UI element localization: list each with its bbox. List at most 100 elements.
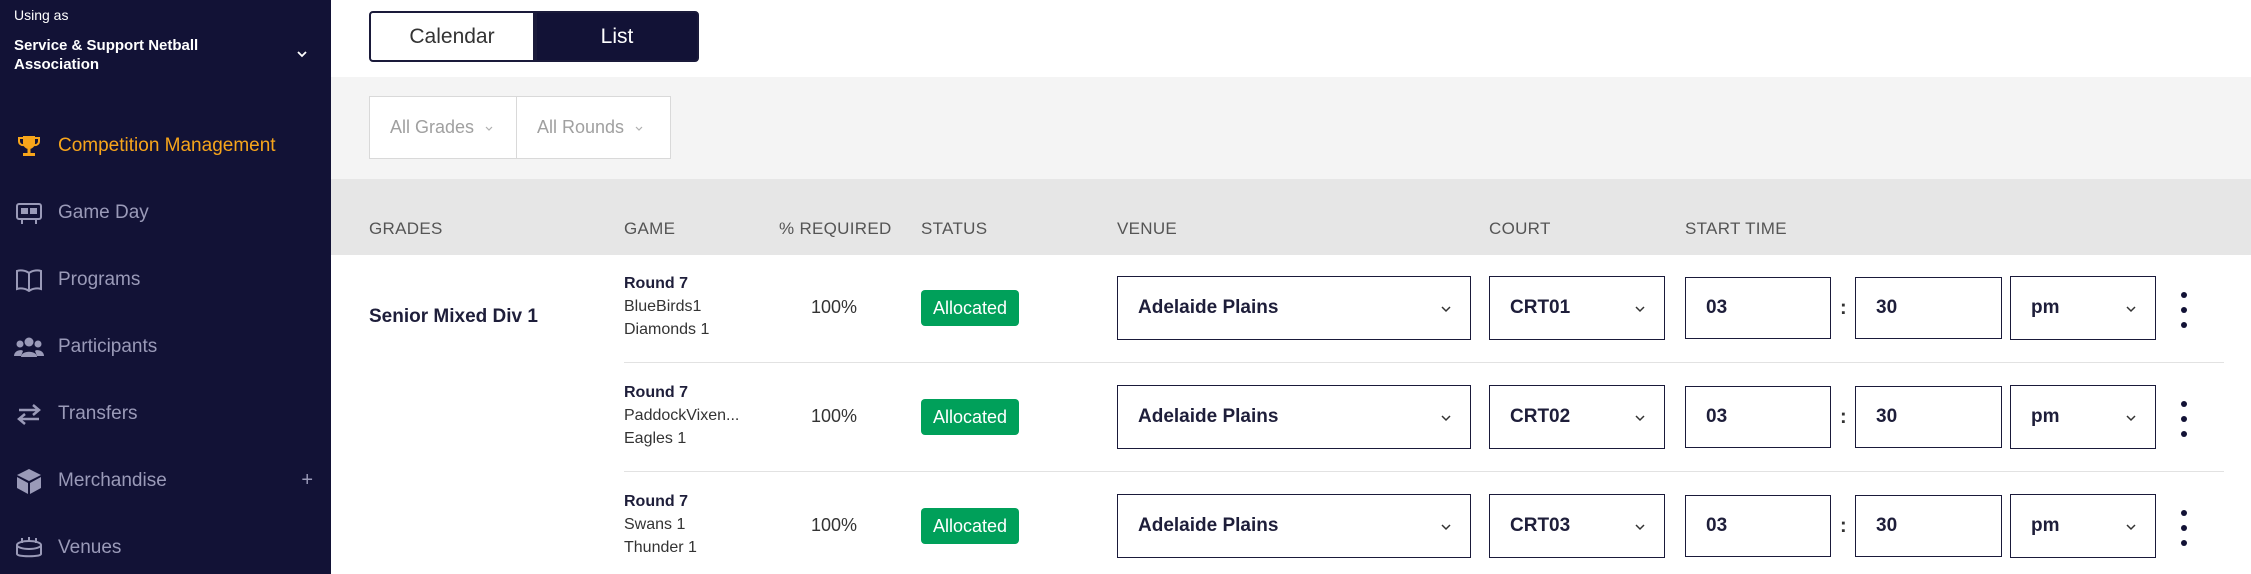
chevron-down-icon[interactable] [294,46,310,62]
minute-input[interactable]: 30 [1855,386,2002,448]
sidebar-item-label: Merchandise [58,469,167,491]
sidebar-item-programs[interactable]: Programs [0,246,331,313]
row-actions-kebab-icon[interactable] [2174,510,2194,546]
sidebar-item-label: Game Day [58,201,149,223]
hour-input[interactable]: 03 [1685,495,1831,557]
book-icon [14,265,44,295]
list-view-button[interactable]: List [535,11,699,62]
grade-name: Senior Mixed Div 1 [369,306,538,327]
required-percent: 100% [811,297,858,317]
rounds-filter-value: All Rounds [537,117,625,137]
grades-filter-dropdown[interactable]: All Grades [369,96,517,159]
sidebar-item-label: Participants [58,335,158,357]
time-separator: : [1840,515,1847,537]
venue-select[interactable]: Adelaide Plains [1117,494,1471,558]
game-team-away: Thunder 1 [624,539,697,556]
sidebar-item-participants[interactable]: Participants [0,313,331,380]
ampm-select-value: pm [2031,297,2060,318]
chevron-down-icon [635,126,643,131]
row-actions-kebab-icon[interactable] [2174,292,2194,328]
people-icon [14,332,44,362]
ampm-select-value: pm [2031,515,2060,536]
calendar-view-button[interactable]: Calendar [369,11,535,62]
game-team-home: BlueBirds1 [624,298,702,315]
sidebar-item-transfers[interactable]: Transfers [0,380,331,447]
ampm-select-value: pm [2031,406,2060,427]
ampm-select[interactable]: pm [2010,494,2156,558]
sidebar-item-label: Competition Management [58,134,276,156]
required-percent: 100% [811,515,858,535]
table-header: GRADES GAME % REQUIRED STATUS VENUE COUR… [331,179,2251,255]
row-actions-kebab-icon[interactable] [2174,401,2194,437]
game-team-home: PaddockVixen... [624,407,740,424]
view-toggle: Calendar List [369,11,699,62]
venue-select[interactable]: Adelaide Plains [1117,385,1471,449]
court-select-value: CRT02 [1510,406,1571,427]
trophy-icon [14,131,44,161]
chevron-down-icon [2126,306,2136,313]
minute-input[interactable]: 30 [1855,277,2002,339]
required-percent: 100% [811,406,858,426]
column-header-grades: GRADES [369,219,443,238]
main-content: Calendar List All Grades All Rounds GRAD… [331,0,2251,574]
sidebar-item-game-day[interactable]: Game Day [0,179,331,246]
minute-input[interactable]: 30 [1855,495,2002,557]
org-name: Service & Support Netball Association [14,37,199,73]
stadium-icon [14,533,44,563]
court-select-value: CRT01 [1510,297,1571,318]
game-round: Round 7 [624,275,688,292]
status-badge: Allocated [921,508,1020,544]
venue-select-value: Adelaide Plains [1138,515,1279,536]
column-header-court: COURT [1489,219,1551,238]
sidebar: Using as Service & Support Netball Assoc… [0,0,331,574]
chevron-down-icon [485,126,493,131]
court-select[interactable]: CRT01 [1489,276,1665,340]
expand-plus-icon[interactable]: + [301,469,313,492]
row-divider [624,362,2224,363]
org-switcher[interactable]: Using as Service & Support Netball Assoc… [14,6,314,74]
ampm-select[interactable]: pm [2010,276,2156,340]
filters: All Grades All Rounds [369,96,671,159]
chevron-down-icon [1635,524,1645,531]
venue-select-value: Adelaide Plains [1138,406,1279,427]
filter-bar: All Grades All Rounds [331,77,2251,179]
game-team-away: Diamonds 1 [624,321,710,338]
column-header-start-time: START TIME [1685,219,1787,238]
sidebar-item-label: Programs [58,268,141,290]
time-separator: : [1840,297,1847,319]
sidebar-nav: Competition Management Game Day Programs… [0,112,331,574]
game-team-away: Eagles 1 [624,430,687,447]
grades-filter-value: All Grades [390,117,475,137]
scoreboard-icon [14,198,44,228]
court-select-value: CRT03 [1510,515,1571,536]
time-separator: : [1840,406,1847,428]
sidebar-item-label: Venues [58,536,122,558]
court-select[interactable]: CRT03 [1489,494,1665,558]
chevron-down-icon [2126,524,2136,531]
venue-select[interactable]: Adelaide Plains [1117,276,1471,340]
sidebar-item-competition-management[interactable]: Competition Management [0,112,331,179]
game-round: Round 7 [624,384,688,401]
hour-input[interactable]: 03 [1685,386,1831,448]
column-header-venue: VENUE [1117,219,1178,238]
game-team-home: Swans 1 [624,516,686,533]
ampm-select[interactable]: pm [2010,385,2156,449]
sidebar-item-merchandise[interactable]: Merchandise + [0,447,331,514]
status-badge: Allocated [921,290,1020,326]
box-icon [14,466,44,496]
app-root: Using as Service & Support Netball Assoc… [0,0,2251,574]
venue-select-value: Adelaide Plains [1138,297,1279,318]
rounds-filter-dropdown[interactable]: All Rounds [517,96,671,159]
court-select[interactable]: CRT02 [1489,385,1665,449]
chevron-down-icon [1635,306,1645,313]
column-header-status: STATUS [921,219,988,238]
transfer-arrows-icon [14,399,44,429]
chevron-down-icon [1441,415,1451,422]
org-using-label: Using as [14,7,69,23]
status-badge: Allocated [921,399,1020,435]
sidebar-item-label: Transfers [58,402,138,424]
chevron-down-icon [1441,524,1451,531]
chevron-down-icon [1441,306,1451,313]
hour-input[interactable]: 03 [1685,277,1831,339]
sidebar-item-venues[interactable]: Venues [0,514,331,574]
